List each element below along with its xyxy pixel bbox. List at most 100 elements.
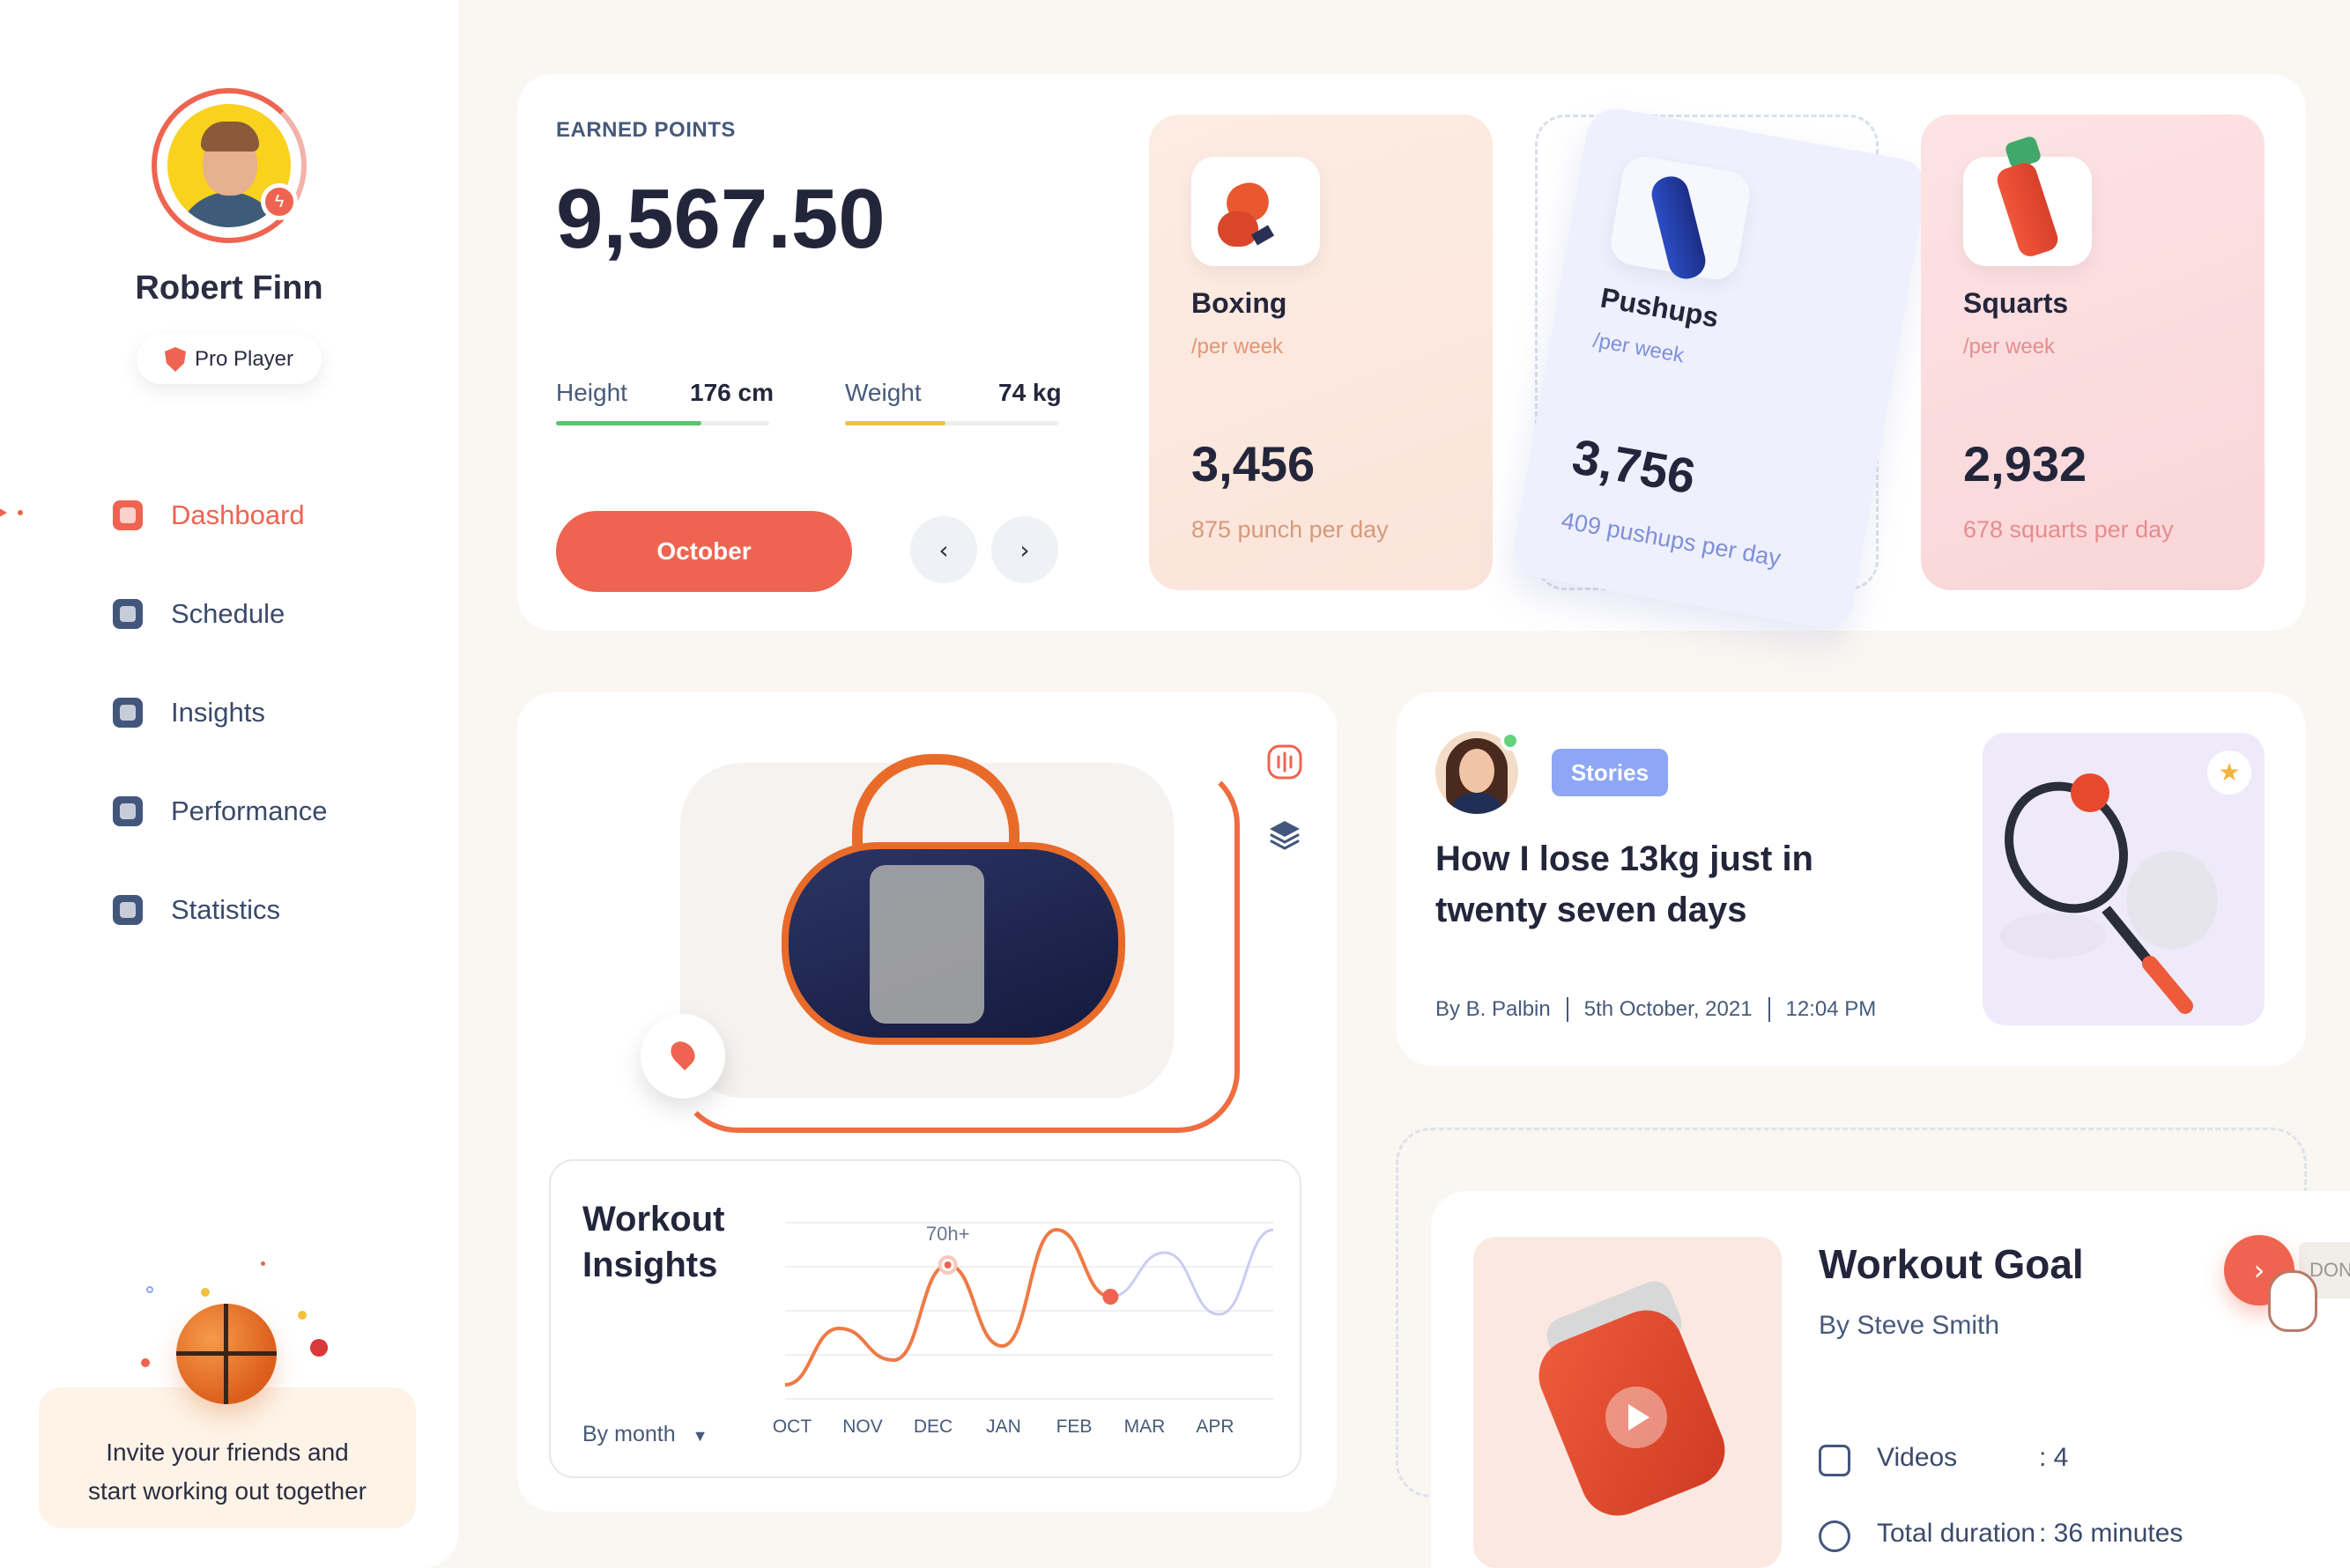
weight-label: Weight: [845, 379, 922, 406]
videos-value: : 4: [2039, 1443, 2069, 1472]
story-meta: By B. Palbin 5th October, 2021 12:04 PM: [1435, 997, 1876, 1022]
activity-count: 2,932: [1963, 436, 2087, 492]
workout-insights-chart: 70h+ OCT NOV DEC JAN FEB MAR APR: [773, 1222, 1274, 1437]
goal-author: By Steve Smith: [1819, 1311, 2000, 1340]
goal-title: Workout Goal: [1819, 1241, 2084, 1287]
nav-label: Insights: [171, 697, 265, 728]
activity-period: /per week: [1191, 335, 1284, 359]
clock-icon: [1819, 1520, 1850, 1552]
period-dropdown[interactable]: By month ▼: [582, 1422, 708, 1447]
chart-series-line-future: [1110, 1228, 1274, 1316]
story-date: 5th October, 2021: [1583, 997, 1753, 1021]
weight-value: 74 kg: [998, 379, 1062, 406]
height-metric: Height 176 cm: [556, 379, 774, 407]
active-nav-indicator: [0, 504, 23, 521]
chart-x-tick-label: DEC: [914, 1416, 953, 1437]
layers-icon[interactable]: [1266, 816, 1303, 853]
activity-count: 3,756: [1568, 428, 1700, 505]
user-avatar[interactable]: ϟ: [152, 88, 307, 243]
yoga-mat-icon: [1607, 152, 1753, 284]
gym-bag-card: Workout Insights By month ▼ 70h+ OCT NOV DE…: [517, 692, 1337, 1512]
story-title[interactable]: How I lose 13kg just in twenty seven day…: [1435, 833, 1894, 936]
chart-x-tick-label: MAR: [1124, 1416, 1166, 1437]
chart-x-tick-label: APR: [1196, 1416, 1234, 1437]
chart-x-tick-label: FEB: [1056, 1416, 1093, 1437]
activity-card-boxing[interactable]: Boxing /per week 3,456 875 punch per day: [1149, 115, 1493, 590]
chart-annotation: 70h+: [926, 1223, 970, 1245]
activity-daily: 678 squarts per day: [1963, 516, 2174, 543]
audio-wave-icon[interactable]: [1266, 743, 1303, 780]
user-name: Robert Finn: [135, 270, 323, 307]
calendar-icon: [113, 599, 143, 629]
nav-item-insights[interactable]: Insights: [113, 686, 404, 739]
chevron-right-icon: ›: [2253, 1254, 2265, 1287]
title-line-2: Insights: [582, 1246, 718, 1284]
invite-text: Invite your friends and start working ou…: [39, 1433, 416, 1511]
earned-points-value: 9,567.50: [556, 172, 886, 266]
activity-name: Squarts: [1963, 287, 2069, 319]
activity-daily: 875 punch per day: [1191, 516, 1389, 543]
next-month-button[interactable]: ›: [991, 516, 1058, 583]
activity-period: /per week: [1963, 335, 2056, 359]
basketball-icon: [176, 1304, 277, 1404]
goal-duration-row: Total duration : 36 minutes: [1819, 1519, 2183, 1552]
chart-point-center: [944, 1261, 952, 1268]
bag-patch: [870, 865, 984, 1024]
chart-x-tick-label: NOV: [842, 1416, 883, 1437]
lightning-icon: ϟ: [261, 183, 298, 220]
chevron-right-icon: ›: [1019, 535, 1030, 565]
confetti-dot: [141, 1358, 150, 1367]
goal-videos-row: Videos : 4: [1819, 1443, 2069, 1476]
nav-item-dashboard[interactable]: Dashboard: [113, 489, 404, 542]
dashboard-icon: [113, 500, 143, 530]
pro-player-badge: Pro Player: [137, 335, 322, 384]
nav-label: Statistics: [171, 894, 281, 925]
boxing-glove-icon: [1191, 157, 1320, 266]
confetti-dot: [201, 1288, 210, 1297]
performance-icon: [113, 796, 143, 826]
weight-progress: [845, 421, 1058, 425]
confetti-dot: [298, 1311, 307, 1320]
prev-month-button[interactable]: ‹: [910, 516, 977, 583]
earned-points-label: EARNED POINTS: [556, 118, 736, 142]
height-progress: [556, 421, 769, 425]
stories-badge[interactable]: Stories: [1552, 749, 1668, 796]
story-image[interactable]: ★: [1983, 733, 2265, 1025]
chart-x-tick-label: JAN: [986, 1416, 1021, 1437]
invite-friends-card[interactable]: Invite your friends and start working ou…: [39, 1387, 416, 1528]
height-value: 176 cm: [690, 379, 774, 406]
nav-item-statistics[interactable]: Statistics: [113, 884, 404, 936]
shield-icon: [164, 347, 186, 372]
activity-card-squarts[interactable]: Squarts /per week 2,932 678 squarts per …: [1921, 115, 2265, 590]
location-pin-icon[interactable]: [641, 1014, 725, 1098]
duration-value: : 36 minutes: [2039, 1519, 2183, 1548]
height-progress-fill: [556, 421, 701, 425]
month-select-button[interactable]: October: [556, 511, 852, 592]
story-card[interactable]: Stories How I lose 13kg just in twenty s…: [1397, 692, 2306, 1066]
period-dropdown-label: By month: [582, 1422, 676, 1446]
nav-item-schedule[interactable]: Schedule: [113, 588, 404, 640]
chart-point[interactable]: [1102, 1289, 1119, 1305]
activity-count: 3,456: [1191, 436, 1316, 492]
calendar-icon: [1819, 1445, 1850, 1476]
workout-goal-card[interactable]: Workout Goal By Steve Smith Videos : 4 T…: [1431, 1191, 2350, 1568]
confetti-dot: [146, 1286, 153, 1293]
goal-video-thumbnail[interactable]: [1473, 1237, 1782, 1568]
activity-daily: 409 pushups per day: [1559, 507, 1783, 572]
title-line-1: Workout: [582, 1200, 725, 1239]
play-icon[interactable]: [1605, 1387, 1667, 1448]
statistics-icon: [113, 895, 143, 925]
nav-item-performance[interactable]: Performance: [113, 785, 404, 838]
nav-label: Performance: [171, 795, 328, 826]
nav-label: Dashboard: [171, 499, 305, 530]
chevron-left-icon: ‹: [938, 535, 949, 565]
badge-label: Pro Player: [194, 347, 294, 371]
weight-progress-fill: [845, 421, 945, 425]
hand-pointer-icon: [2268, 1270, 2317, 1332]
confetti-dot: [310, 1339, 328, 1357]
story-author: By B. Palbin: [1435, 997, 1551, 1021]
videos-label: Videos: [1877, 1443, 1958, 1472]
workout-insights-card: Workout Insights By month ▼ 70h+ OCT NOV DE…: [549, 1159, 1301, 1478]
favorite-star-icon[interactable]: ★: [2207, 751, 2251, 795]
invite-line-1: Invite your friends and: [106, 1439, 349, 1466]
